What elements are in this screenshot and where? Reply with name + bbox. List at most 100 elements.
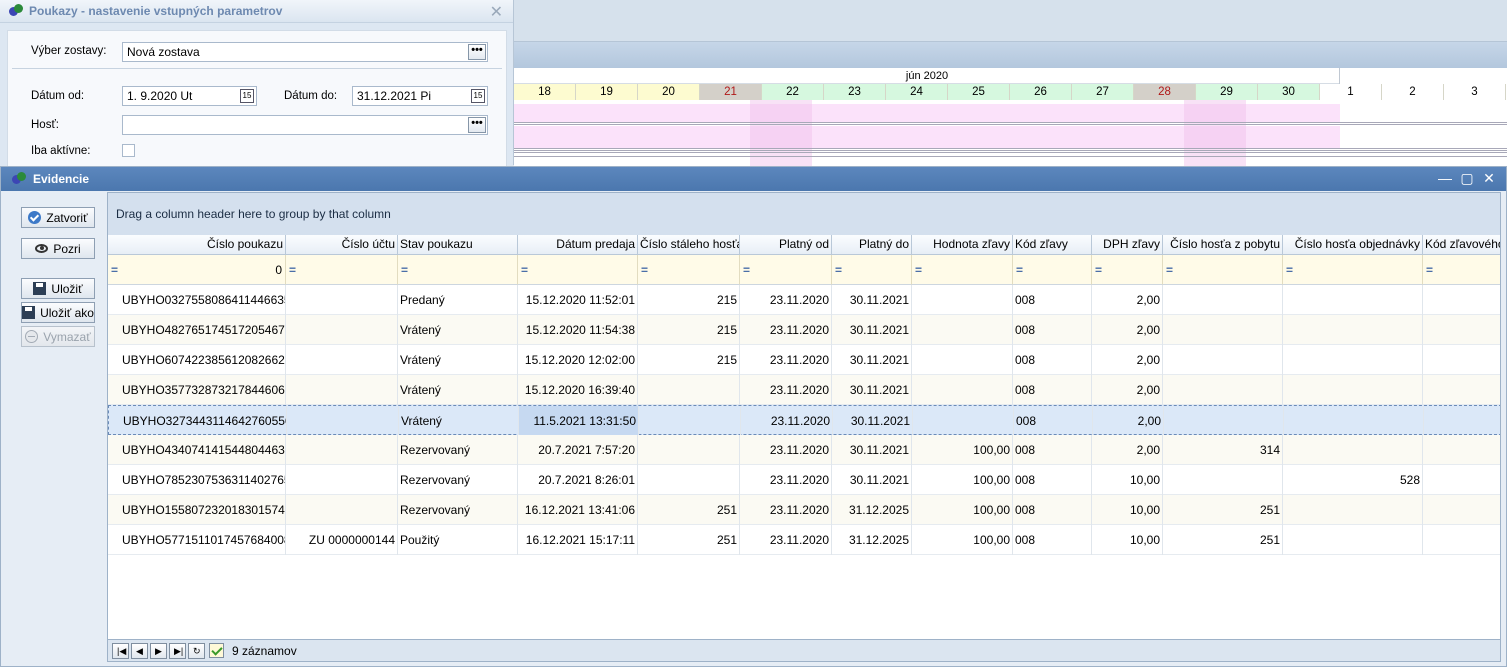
calendar-day[interactable]: 23: [824, 84, 886, 100]
filter-cell[interactable]: =: [1423, 255, 1500, 285]
table-cell[interactable]: 215: [638, 285, 740, 315]
table-cell[interactable]: 31.12.2025: [832, 495, 912, 525]
table-cell[interactable]: 008: [1013, 375, 1092, 405]
table-cell[interactable]: [1423, 525, 1500, 555]
table-cell[interactable]: Rezervovaný: [398, 435, 518, 465]
table-cell[interactable]: UBYHO15580723201830157432: [108, 495, 286, 525]
vyber-field[interactable]: Nová zostava •••: [122, 42, 488, 62]
column-header[interactable]: Platný do: [832, 235, 912, 255]
table-cell[interactable]: 23.11.2020: [740, 525, 832, 555]
ellipsis-icon[interactable]: •••: [468, 117, 486, 133]
view-button[interactable]: Pozri: [21, 238, 95, 259]
filter-cell[interactable]: =: [1283, 255, 1423, 285]
table-cell[interactable]: 2,00: [1092, 315, 1163, 345]
table-cell[interactable]: 008: [1013, 315, 1092, 345]
table-cell[interactable]: 30.11.2021: [833, 406, 913, 436]
table-row[interactable]: UBYHO48276517451720546744 Vrátený 15.12.20…: [108, 315, 1500, 345]
filter-cell[interactable]: =: [912, 255, 1013, 285]
column-header[interactable]: Hodnota zľavy: [912, 235, 1013, 255]
table-cell[interactable]: [1283, 525, 1423, 555]
calendar-day[interactable]: 30: [1258, 84, 1320, 100]
calendar-day[interactable]: 19: [576, 84, 638, 100]
table-cell[interactable]: [1164, 406, 1284, 436]
table-cell[interactable]: Predaný: [398, 285, 518, 315]
column-header[interactable]: Stav poukazu: [398, 235, 518, 255]
table-cell[interactable]: [286, 495, 398, 525]
table-row[interactable]: UBYHO43407414154480446323 Rezervovaný 20.7…: [108, 435, 1500, 465]
table-cell[interactable]: 30.11.2021: [832, 315, 912, 345]
calendar-day[interactable]: 26: [1010, 84, 1072, 100]
table-cell[interactable]: [1283, 435, 1423, 465]
table-cell[interactable]: 23.11.2020: [740, 495, 832, 525]
table-cell[interactable]: UBYHO48276517451720546744: [108, 315, 286, 345]
table-cell[interactable]: 008: [1013, 465, 1092, 495]
table-cell[interactable]: [287, 406, 399, 436]
table-cell[interactable]: ZU 0000000144: [286, 525, 398, 555]
table-cell[interactable]: [912, 375, 1013, 405]
table-cell[interactable]: 2,00: [1092, 435, 1163, 465]
filter-cell[interactable]: =: [1092, 255, 1163, 285]
table-cell[interactable]: 2,00: [1092, 285, 1163, 315]
table-cell[interactable]: 31.12.2025: [832, 525, 912, 555]
column-header[interactable]: Kód zľavového: [1423, 235, 1500, 255]
table-row[interactable]: UBYHO78523075363114027650 Rezervovaný 20.7…: [108, 465, 1500, 495]
table-cell[interactable]: [1283, 345, 1423, 375]
calendar-day[interactable]: 28: [1134, 84, 1196, 100]
calendar-icon[interactable]: 15: [240, 89, 254, 103]
column-header[interactable]: Číslo hosťa objednávky: [1283, 235, 1423, 255]
table-cell[interactable]: 23.11.2020: [740, 435, 832, 465]
calendar-day[interactable]: 18: [514, 84, 576, 100]
table-cell[interactable]: 30.11.2021: [832, 345, 912, 375]
filter-cell[interactable]: =: [1163, 255, 1283, 285]
table-cell[interactable]: Vrátený: [398, 345, 518, 375]
table-row[interactable]: UBYHO15580723201830157432 Rezervovaný 16.1…: [108, 495, 1500, 525]
prev-record-button[interactable]: ◀: [131, 642, 148, 659]
table-cell[interactable]: [1283, 285, 1423, 315]
close-icon[interactable]: ✕: [1482, 170, 1496, 187]
table-cell[interactable]: UBYHO03275580864114466350: [108, 285, 286, 315]
table-cell[interactable]: 2,00: [1092, 345, 1163, 375]
table-cell[interactable]: [286, 285, 398, 315]
table-cell[interactable]: [638, 465, 740, 495]
column-header[interactable]: Číslo účtu: [286, 235, 398, 255]
calendar-day[interactable]: 3: [1444, 84, 1506, 100]
filter-cell[interactable]: =: [1013, 255, 1092, 285]
table-cell[interactable]: UBYHO57715110174576840084: [108, 525, 286, 555]
calendar-day[interactable]: 29: [1196, 84, 1258, 100]
next-record-button[interactable]: ▶: [150, 642, 167, 659]
table-cell[interactable]: [912, 315, 1013, 345]
table-cell[interactable]: [286, 315, 398, 345]
table-row[interactable]: UBYHO60742238561208266275 Vrátený 15.12.20…: [108, 345, 1500, 375]
table-cell[interactable]: Vrátený: [398, 315, 518, 345]
table-cell[interactable]: 008: [1013, 345, 1092, 375]
table-cell[interactable]: [638, 435, 740, 465]
table-cell[interactable]: [1283, 375, 1423, 405]
table-cell[interactable]: 23.11.2020: [740, 345, 832, 375]
filter-cell[interactable]: =: [398, 255, 518, 285]
refresh-button[interactable]: ↻: [188, 642, 205, 659]
table-cell[interactable]: [1423, 345, 1500, 375]
table-row[interactable]: UBYHO57715110174576840084 ZU 0000000144 Po…: [108, 525, 1500, 555]
calendar-day[interactable]: 27: [1072, 84, 1134, 100]
datum-do-field[interactable]: 31.12.2021 Pi 15: [352, 86, 488, 106]
table-cell[interactable]: 008: [1013, 435, 1092, 465]
calendar-day[interactable]: 1: [1320, 84, 1382, 100]
calendar-day[interactable]: 21: [700, 84, 762, 100]
save-button[interactable]: Uložiť: [21, 278, 95, 299]
table-cell[interactable]: UBYHO35773287321784460655: [108, 375, 286, 405]
table-cell[interactable]: Vrátený: [398, 375, 518, 405]
table-cell[interactable]: UBYHO78523075363114027650: [108, 465, 286, 495]
table-cell[interactable]: 30.11.2021: [832, 465, 912, 495]
table-cell[interactable]: [1423, 465, 1500, 495]
table-cell[interactable]: [1284, 406, 1424, 436]
column-header[interactable]: Číslo stáleho hosťa: [638, 235, 740, 255]
table-cell[interactable]: [1163, 375, 1283, 405]
table-cell[interactable]: UBYHO43407414154480446323: [108, 435, 286, 465]
table-cell[interactable]: 23.11.2020: [740, 375, 832, 405]
table-cell[interactable]: 2,00: [1093, 406, 1164, 436]
table-cell[interactable]: Rezervovaný: [398, 495, 518, 525]
table-cell[interactable]: 251: [638, 495, 740, 525]
table-cell[interactable]: 100,00: [912, 435, 1013, 465]
first-record-button[interactable]: |◀: [112, 642, 129, 659]
close-icon[interactable]: ✕: [490, 2, 503, 22]
